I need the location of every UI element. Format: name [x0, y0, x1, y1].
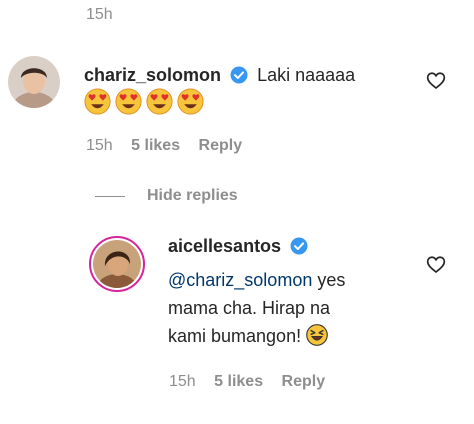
reply-text-line-2: mama cha. Hirap na [168, 298, 331, 318]
heart-eyes-emoji-row [84, 88, 204, 115]
reply-time: 15h [169, 373, 196, 390]
laughing-squint-emoji-icon [306, 324, 328, 346]
reply-text-line-3: kami bumangon! [168, 326, 302, 346]
avatar-aicelle[interactable] [89, 236, 145, 292]
avatar-chariz[interactable] [8, 56, 60, 108]
previous-comment-time: 15h [86, 6, 113, 23]
comment-header: chariz_solomon Laki naaaaa [84, 61, 355, 89]
reply-likes[interactable]: 5 likes [214, 373, 263, 390]
reply-meta: 15h 5 likes Reply [169, 373, 325, 391]
verified-badge-icon [290, 237, 308, 255]
reply-text: @chariz_solomon yes mama cha. Hirap na k… [168, 266, 408, 350]
comment-time: 15h [86, 137, 113, 154]
like-heart-icon[interactable] [426, 255, 446, 274]
comment-reply-button[interactable]: Reply [199, 137, 243, 154]
heart-eyes-emoji-icon [177, 88, 204, 115]
comment-username[interactable]: chariz_solomon [84, 65, 221, 85]
reply-reply-button[interactable]: Reply [282, 373, 326, 390]
like-heart-icon[interactable] [426, 71, 446, 90]
verified-badge-icon [230, 66, 248, 84]
previous-comment-meta: 15h [86, 6, 113, 24]
reply-header: aicellesantos [168, 236, 308, 257]
comment-meta: 15h 5 likes Reply [86, 137, 242, 155]
heart-eyes-emoji-icon [115, 88, 142, 115]
heart-eyes-emoji-icon [146, 88, 173, 115]
reply-text-line-1: yes [312, 270, 346, 290]
comment-text: Laki naaaaa [257, 65, 356, 85]
heart-eyes-emoji-icon [84, 88, 111, 115]
hide-replies-toggle[interactable]: Hide replies [95, 187, 238, 205]
hide-replies-divider [95, 195, 125, 197]
reply-username[interactable]: aicellesantos [168, 236, 281, 256]
reply-mention-link[interactable]: @chariz_solomon [168, 270, 312, 290]
comment-likes[interactable]: 5 likes [131, 137, 180, 154]
hide-replies-label[interactable]: Hide replies [147, 187, 238, 205]
